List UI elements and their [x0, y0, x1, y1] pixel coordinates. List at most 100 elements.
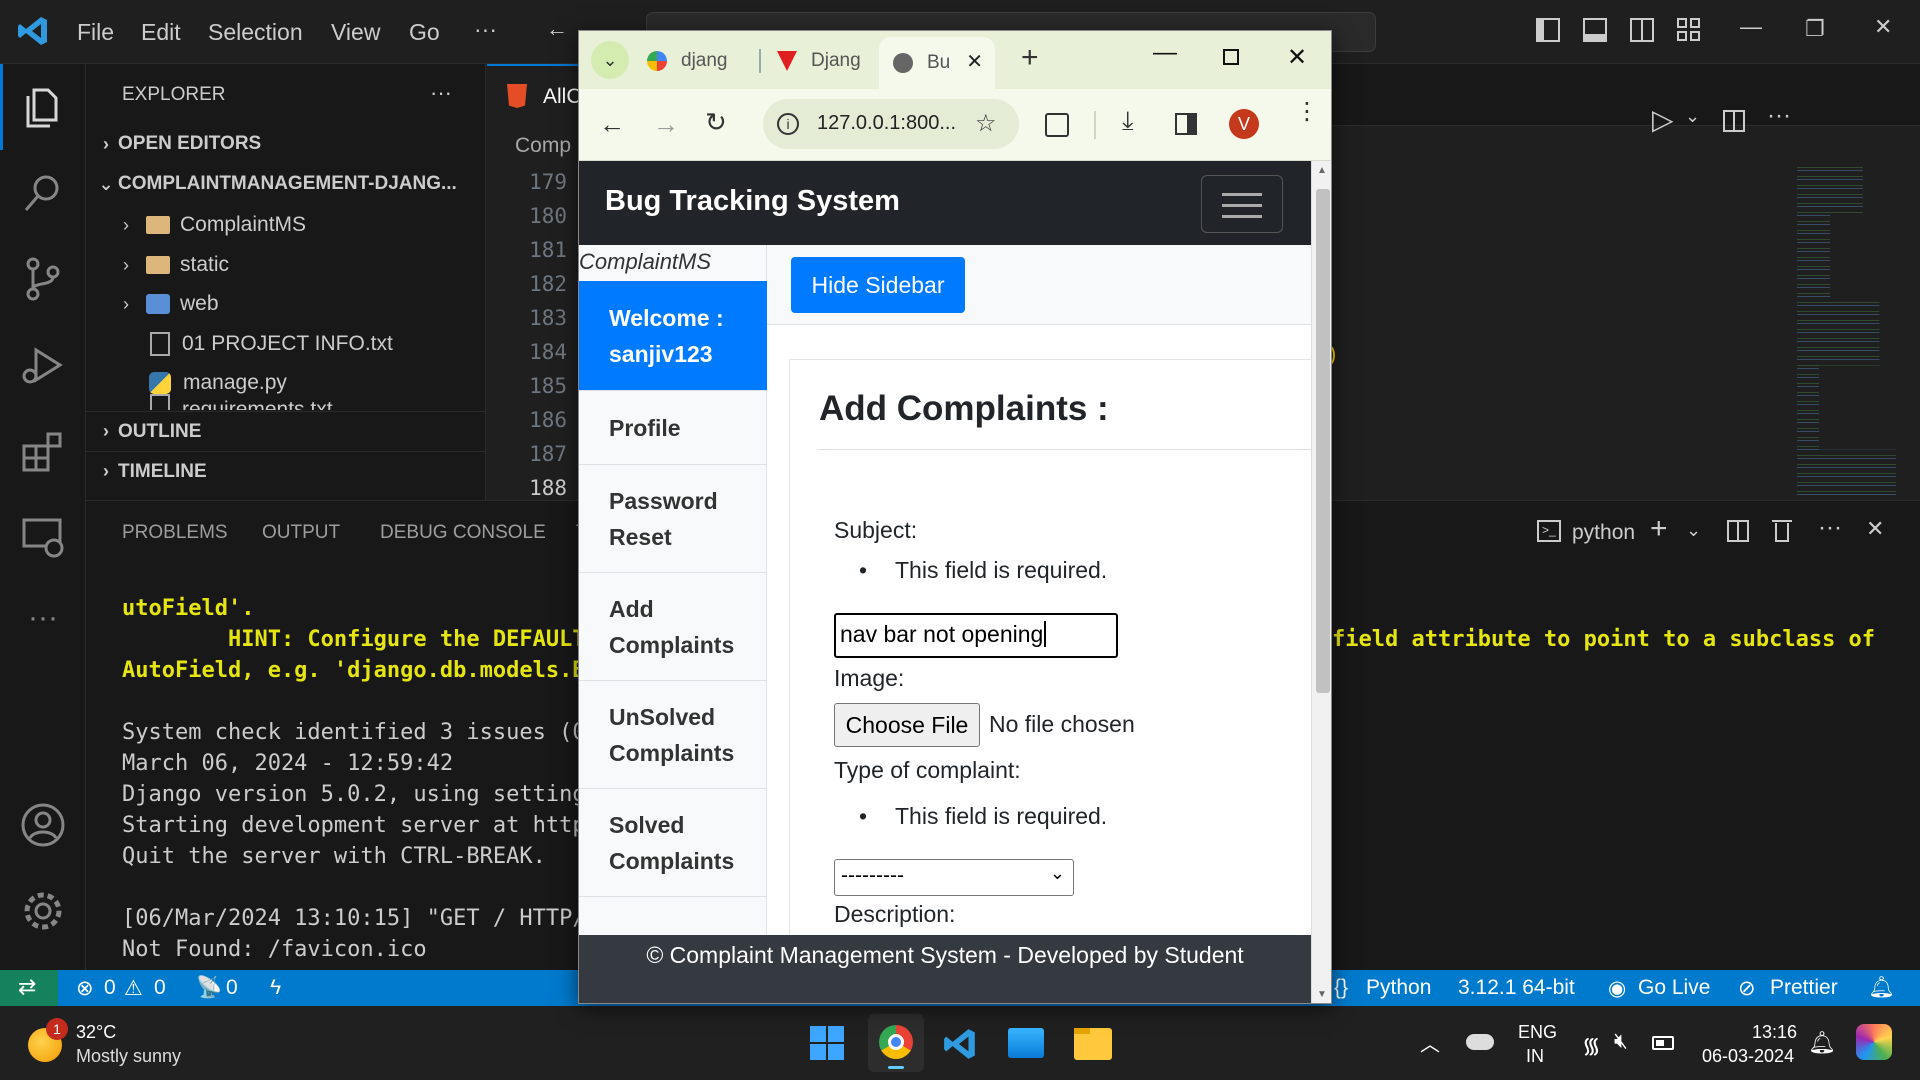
browser-tab-active[interactable]: Bu ✕ [879, 37, 995, 89]
taskbar-vscode-icon[interactable] [942, 1026, 978, 1062]
taskbar-chrome-active[interactable] [868, 1014, 924, 1072]
tree-item-complaintms[interactable]: › ComplaintMS [86, 205, 486, 245]
menu-selection[interactable]: Selection [208, 19, 303, 46]
clock-time[interactable]: 13:16 [1752, 1022, 1797, 1043]
back-arrow-icon[interactable]: ← [546, 16, 568, 42]
browser-menu-icon[interactable]: ⋮ [1295, 100, 1319, 124]
page-scrollbar[interactable]: ▲ ▼ [1311, 161, 1331, 1003]
site-info-icon[interactable]: i [777, 113, 799, 135]
warnings-count[interactable]: 0 [154, 976, 166, 1000]
remote-explorer-icon[interactable] [18, 512, 68, 562]
tree-item-static[interactable]: › static [86, 245, 486, 285]
settings-gear-icon[interactable] [18, 886, 68, 936]
url-text[interactable]: 127.0.0.1:800... [817, 112, 956, 135]
remote-indicator[interactable]: ⇄ [0, 970, 58, 1006]
taskbar-file-explorer-icon[interactable] [1074, 1028, 1112, 1060]
onedrive-cloud-icon[interactable] [1466, 1034, 1494, 1050]
prettier-button[interactable]: Prettier [1770, 976, 1838, 1000]
navbar-toggler[interactable] [1201, 175, 1283, 233]
browser-tab[interactable]: Djang [769, 41, 869, 81]
browser-reload-icon[interactable]: ↻ [705, 107, 727, 138]
minimize-icon[interactable]: — [1740, 14, 1762, 40]
explorer-more-icon[interactable]: ··· [430, 80, 452, 106]
layout-panel-icon[interactable] [1583, 18, 1607, 42]
trash-icon[interactable] [1772, 518, 1792, 542]
downloads-icon[interactable]: ⤓ [1122, 105, 1134, 137]
panel-more-icon[interactable]: ··· [1818, 514, 1842, 542]
account-icon[interactable] [18, 800, 68, 850]
tree-item-web[interactable]: › web [86, 284, 486, 324]
weather-temp[interactable]: 32°C [76, 1022, 116, 1043]
volume-muted-icon[interactable]: 🔇︎ [1614, 1028, 1628, 1054]
browser-minimize-icon[interactable]: — [1153, 39, 1177, 67]
layout-sidebar-icon[interactable] [1536, 18, 1560, 42]
sidebar-item-password-reset[interactable]: Password Reset [579, 465, 767, 573]
project-root-section[interactable]: ⌄ COMPLAINTMANAGEMENT-DJANG... [86, 164, 486, 204]
search-icon[interactable] [18, 168, 68, 218]
layout-secondary-sidebar-icon[interactable] [1630, 18, 1654, 42]
tab-search-chevron-icon[interactable]: ⌄ [591, 41, 629, 79]
explorer-files-icon[interactable] [18, 82, 68, 132]
close-tab-icon[interactable]: ✕ [966, 49, 983, 74]
run-dropdown-chevron-icon[interactable]: ⌄ [1685, 106, 1700, 127]
battery-icon[interactable] [1652, 1036, 1674, 1050]
extensions-puzzle-icon[interactable] [1045, 113, 1069, 137]
complaint-type-select[interactable]: --------- ⌄ [834, 859, 1074, 896]
close-window-icon[interactable]: ✕ [1874, 14, 1892, 40]
menu-edit[interactable]: Edit [141, 19, 181, 46]
scroll-down-arrow-icon[interactable]: ▼ [1317, 989, 1327, 1000]
editor-tab[interactable]: AllC [487, 64, 587, 126]
windows-start-icon[interactable] [810, 1026, 844, 1060]
split-terminal-icon[interactable] [1727, 520, 1749, 542]
panel-tab-problems[interactable]: PROBLEMS [122, 522, 228, 544]
clock-date[interactable]: 06-03-2024 [1702, 1046, 1794, 1067]
restore-icon[interactable]: ❐ [1805, 16, 1825, 42]
language-mode[interactable]: Python [1366, 976, 1431, 1000]
weather-desc[interactable]: Mostly sunny [76, 1046, 181, 1067]
outline-section[interactable]: › OUTLINE [86, 411, 486, 451]
errors-count[interactable]: 0 [104, 976, 116, 1000]
wifi-icon[interactable]: ᯾ [1582, 1030, 1601, 1060]
navbar-brand[interactable]: Bug Tracking System [605, 185, 900, 218]
subject-input[interactable]: nav bar not opening [834, 613, 1118, 658]
new-terminal-plus-icon[interactable]: + [1650, 512, 1668, 546]
scrollbar-thumb[interactable] [1316, 189, 1330, 693]
lightning-icon[interactable]: ϟ [270, 976, 281, 1000]
sidebar-item-unsolved-complaints[interactable]: UnSolved Complaints [579, 681, 767, 789]
menu-more[interactable]: ··· [474, 16, 497, 43]
address-bar[interactable]: i 127.0.0.1:800... ☆ [763, 99, 1019, 149]
notifications-bell-icon[interactable]: 🔔︎ [1868, 976, 1895, 1000]
breadcrumb[interactable]: Comp [515, 134, 571, 158]
open-editors-section[interactable]: › OPEN EDITORS [86, 124, 486, 164]
browser-forward-icon[interactable]: → [653, 109, 679, 140]
customize-layout-icon[interactable] [1677, 18, 1701, 42]
input-region[interactable]: IN [1526, 1046, 1544, 1067]
notification-bell-icon[interactable]: 🔔︎ [1808, 1030, 1836, 1056]
bookmark-star-icon[interactable]: ☆ [975, 109, 997, 138]
go-live-button[interactable]: Go Live [1638, 976, 1710, 1000]
choose-file-button[interactable]: Choose File [834, 703, 980, 747]
menu-file[interactable]: File [77, 19, 114, 46]
scroll-up-arrow-icon[interactable]: ▲ [1317, 165, 1327, 176]
ports-count[interactable]: 0 [226, 976, 238, 1000]
browser-close-icon[interactable]: ✕ [1287, 43, 1307, 72]
browser-maximize-icon[interactable] [1223, 49, 1239, 65]
sidebar-item-solved-complaints[interactable]: Solved Complaints [579, 789, 767, 897]
run-debug-icon[interactable] [18, 340, 68, 390]
browser-tab[interactable]: djang [639, 41, 749, 81]
tree-item-requirements[interactable]: requirements.txt [86, 394, 486, 410]
python-interpreter[interactable]: 3.12.1 64-bit [1458, 976, 1575, 1000]
hide-sidebar-button[interactable]: Hide Sidebar [791, 257, 965, 313]
close-panel-icon[interactable]: ✕ [1866, 516, 1884, 542]
terminal-name[interactable]: python [1572, 521, 1635, 545]
split-editor-icon[interactable] [1723, 110, 1745, 132]
minimap[interactable] [1797, 164, 1896, 500]
terminal-dropdown-chevron-icon[interactable]: ⌄ [1686, 520, 1701, 541]
taskbar-desktop-icon[interactable] [1008, 1028, 1044, 1058]
menu-go[interactable]: Go [409, 19, 440, 46]
run-play-icon[interactable]: ▷ [1652, 103, 1674, 136]
tree-item-project-info[interactable]: 01 PROJECT INFO.txt [86, 324, 486, 364]
new-tab-plus-icon[interactable]: + [1021, 41, 1039, 75]
sidebar-item-profile[interactable]: Profile [579, 391, 767, 465]
input-language[interactable]: ENG [1518, 1022, 1557, 1043]
